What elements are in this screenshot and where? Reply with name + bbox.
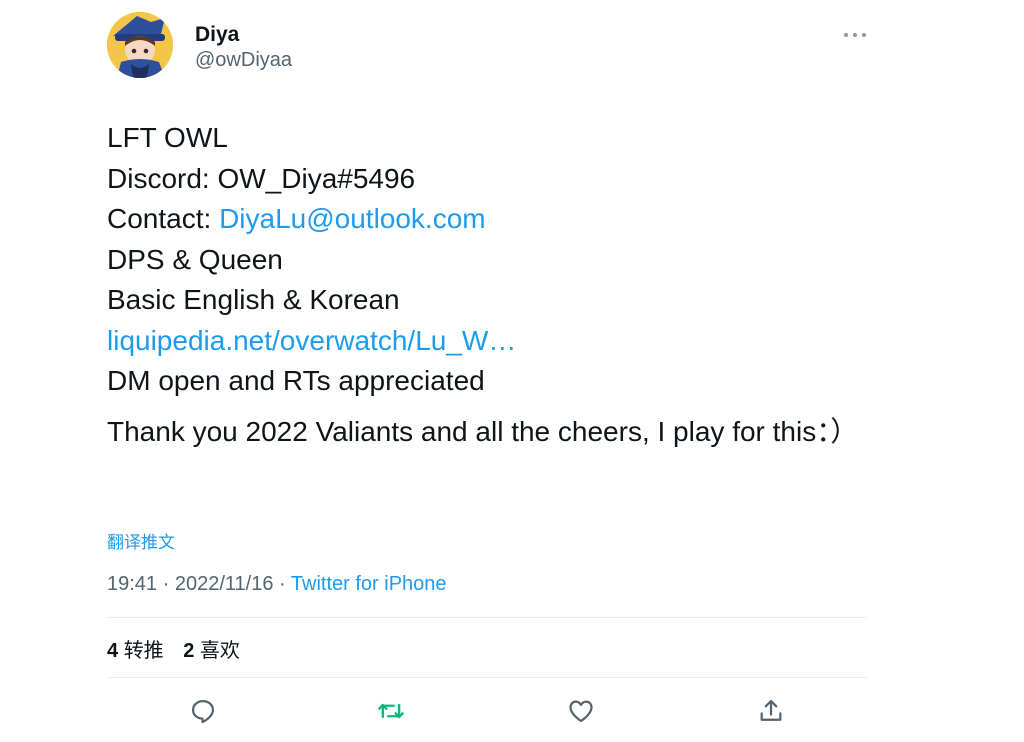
- retweets-stat[interactable]: 4 转推: [107, 640, 164, 662]
- likes-count: 2: [183, 640, 195, 662]
- tweet-line: liquipedia.net/overwatch/Lu_W…: [107, 321, 867, 362]
- author-name[interactable]: Diya: [195, 23, 239, 47]
- avatar-image: [107, 12, 173, 78]
- retweet-icon: [378, 703, 404, 719]
- tweet-line: DM open and RTs appreciated: [107, 365, 485, 396]
- like-button[interactable]: [564, 694, 598, 728]
- more-dot: [862, 33, 866, 37]
- email-link[interactable]: DiyaLu@outlook.com: [219, 203, 486, 234]
- tweet-line: LFT OWL: [107, 122, 228, 153]
- tweet-stats: 4 转推 2 喜欢: [107, 634, 254, 663]
- divider: [107, 617, 867, 618]
- reply-button[interactable]: [186, 694, 220, 728]
- reply-icon: [191, 699, 215, 724]
- tweet-line: DPS & Queen: [107, 243, 283, 275]
- meta-separator: ·: [279, 573, 286, 595]
- likes-label: 喜欢: [199, 640, 240, 662]
- tweet-line: Basic English & Korean: [107, 284, 400, 315]
- divider: [107, 677, 867, 678]
- tweet-meta: 19:41 · 2022/11/16 · Twitter for iPhone: [107, 573, 447, 596]
- tweet-paragraph: Thank you 2022 Valiants and all the chee…: [107, 415, 859, 447]
- more-dot: [853, 33, 857, 37]
- author-handle[interactable]: @owDiyaa: [195, 49, 292, 72]
- heart-icon: [569, 700, 593, 723]
- retweets-count: 4: [107, 640, 119, 662]
- tweet-source[interactable]: Twitter for iPhone: [291, 573, 447, 595]
- more-horizontal-icon: [844, 33, 848, 37]
- share-icon: [760, 699, 782, 721]
- retweet-button[interactable]: [374, 694, 408, 728]
- translate-tweet-link[interactable]: 翻译推文: [107, 528, 175, 553]
- avatar[interactable]: [107, 12, 173, 78]
- more-options-button[interactable]: [842, 27, 868, 43]
- likes-stat[interactable]: 2 喜欢: [183, 640, 240, 662]
- tweet-line: Contact: DiyaLu@outlook.com: [107, 199, 867, 240]
- liquipedia-link[interactable]: liquipedia.net/overwatch/Lu_W…: [107, 325, 516, 356]
- tweet-date[interactable]: 2022/11/16: [175, 573, 274, 595]
- contact-label: Contact:: [107, 203, 220, 234]
- share-button[interactable]: [754, 694, 788, 728]
- tweet-time[interactable]: 19:41: [107, 573, 157, 595]
- meta-separator: ·: [162, 573, 170, 595]
- retweets-label: 转推: [123, 640, 164, 662]
- tweet-line: Discord: OW_Diya#5496: [107, 162, 416, 194]
- tweet-text: LFT OWL Discord: OW_Diya#5496 Contact: D…: [107, 118, 867, 452]
